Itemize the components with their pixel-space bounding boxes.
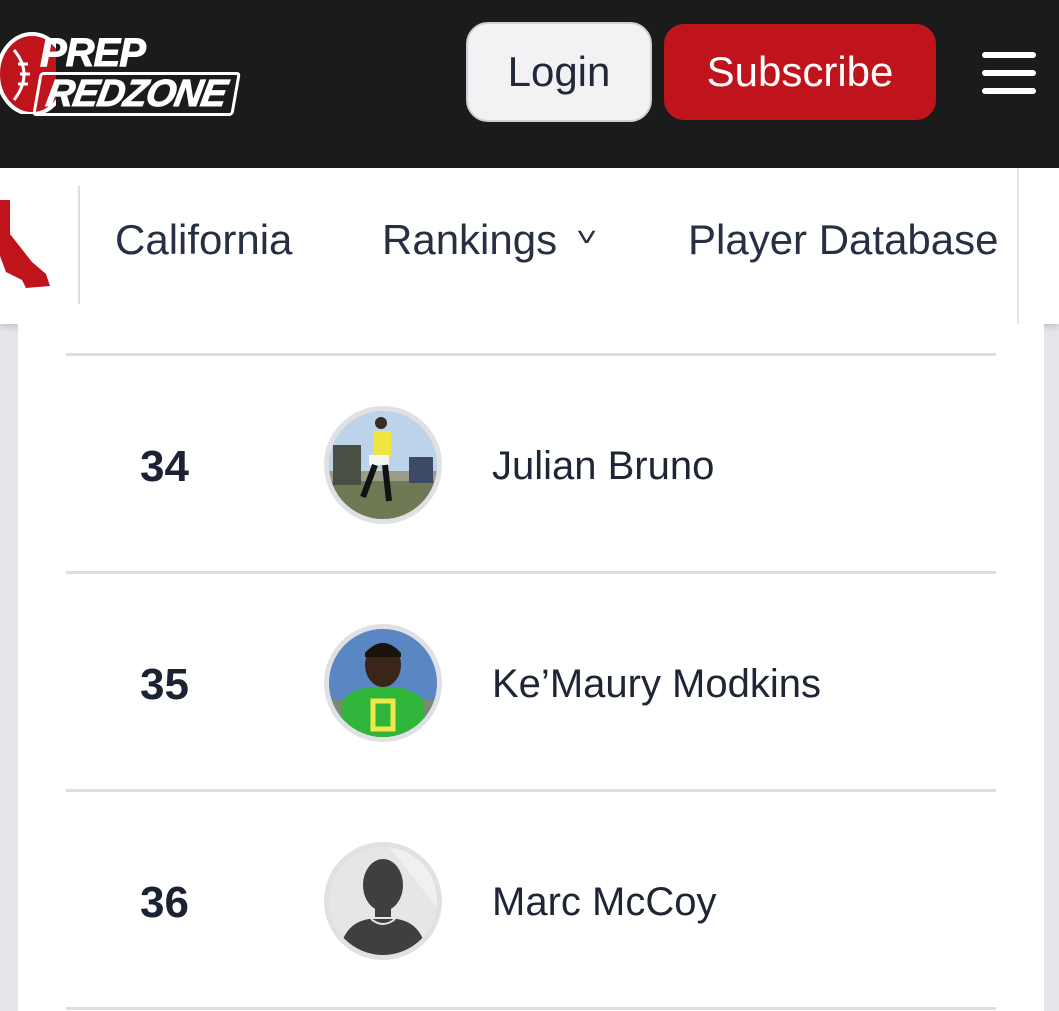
- nav-item-rankings[interactable]: Rankings ˅: [382, 216, 598, 264]
- chevron-down-icon: ˅: [576, 222, 598, 252]
- rank-number: 34: [140, 442, 189, 491]
- logo-line-2: REDZONE: [32, 72, 241, 116]
- rank-number: 35: [140, 660, 189, 709]
- logo-wordmark: PREP REDZONE: [32, 31, 241, 121]
- player-photo-image: [329, 411, 437, 519]
- player-photo-image: [329, 629, 437, 737]
- logo-line-1: PREP: [40, 31, 147, 75]
- nav-item-california[interactable]: California: [115, 216, 292, 264]
- login-button[interactable]: Login: [466, 22, 652, 122]
- nav-item-rankings-label: Rankings: [382, 216, 558, 263]
- subscribe-button[interactable]: Subscribe: [664, 24, 936, 120]
- player-photo[interactable]: [324, 406, 442, 524]
- nav-scroll-edge: [1017, 168, 1019, 324]
- hamburger-menu-icon[interactable]: [982, 52, 1036, 94]
- player-name[interactable]: Marc McCoy: [492, 880, 716, 925]
- default-avatar-image: [329, 847, 437, 955]
- rank-number: 36: [140, 878, 189, 927]
- rankings-list: 34 Julian Bruno 35 Ke’Maury Modkins 36 M…: [18, 324, 1044, 1011]
- player-name[interactable]: Julian Bruno: [492, 444, 714, 489]
- site-header: PREP REDZONE Login Subscribe: [0, 0, 1059, 168]
- player-photo[interactable]: [324, 624, 442, 742]
- nav-divider: [78, 186, 80, 304]
- ranking-row[interactable]: 36 Marc McCoy: [66, 792, 996, 1008]
- state-nav-bar: California Rankings ˅ Player Database: [0, 168, 1059, 324]
- ranking-row[interactable]: 35 Ke’Maury Modkins: [66, 574, 996, 790]
- default-avatar-icon[interactable]: [324, 842, 442, 960]
- player-name[interactable]: Ke’Maury Modkins: [492, 662, 821, 707]
- row-divider: [66, 1007, 996, 1010]
- california-state-icon[interactable]: [0, 200, 52, 290]
- nav-item-player-database[interactable]: Player Database: [688, 216, 999, 264]
- ranking-row[interactable]: 34 Julian Bruno: [66, 356, 996, 572]
- prep-redzone-logo[interactable]: PREP REDZONE: [0, 26, 262, 118]
